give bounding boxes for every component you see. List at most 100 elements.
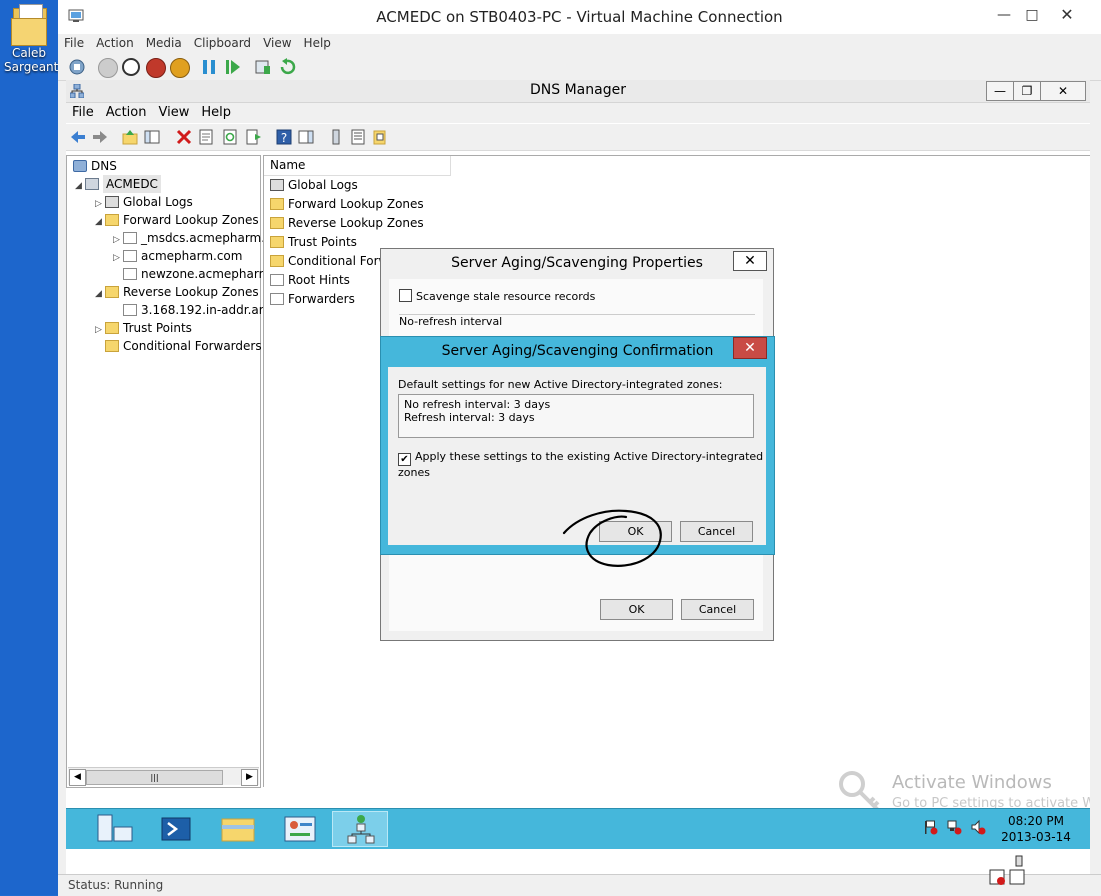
tree-node-global-logs[interactable]: ▷ Global Logs [95,193,193,211]
save-state-icon[interactable] [170,58,190,78]
menu-help[interactable]: Help [298,34,337,52]
menu-action[interactable]: Action [90,34,140,52]
properties-icon[interactable] [198,129,214,145]
minimize-button[interactable]: — [992,6,1016,24]
vm-status-text: Status: Running [68,878,164,892]
menu-file[interactable]: File [58,34,90,52]
maximize-button[interactable]: □ [1020,6,1044,24]
pause-icon[interactable] [200,58,218,76]
list-item[interactable]: Forward Lookup Zones [270,195,424,214]
tree-node-trust-points[interactable]: ▷ Trust Points [95,319,192,337]
expand-arrow-icon[interactable]: ▷ [113,249,123,267]
taskbar-server-manager[interactable] [86,811,142,847]
list-item[interactable]: Conditional Forw [270,252,388,271]
tree-node-reverse-zones[interactable]: ◢ Reverse Lookup Zones [95,283,259,301]
list-view-icon[interactable] [350,129,366,145]
help-icon[interactable]: ? [276,129,292,145]
close-button[interactable]: ✕ [1043,4,1091,26]
apply-checkbox[interactable]: ✔ [398,453,411,466]
taskbar-file-explorer[interactable] [210,811,266,847]
apply-checkbox-row[interactable]: ✔ Apply these settings to the existing Ac… [398,450,766,479]
refresh-icon[interactable] [222,129,238,145]
list-item[interactable]: Root Hints [270,271,350,290]
folder-icon [11,4,47,46]
collapse-arrow-icon[interactable]: ◢ [75,177,85,195]
menu-clipboard[interactable]: Clipboard [188,34,257,52]
speaker-icon[interactable] [970,819,986,835]
props-titlebar[interactable]: Server Aging/Scavenging Properties ✕ [381,249,773,279]
resume-icon[interactable] [224,58,242,76]
list-item[interactable]: Trust Points [270,233,357,252]
taskbar-clock[interactable]: 08:20 PM 2013-03-14 [996,813,1076,845]
taskbar-control-panel[interactable] [272,811,328,847]
hand-drawn-circle-annotation [562,509,662,567]
root-hints-icon [270,274,284,286]
taskbar-powershell[interactable] [148,811,204,847]
show-hide-tree-icon[interactable] [144,129,160,145]
forward-arrow-icon[interactable] [92,129,108,145]
confirm-titlebar[interactable]: Server Aging/Scavenging Confirmation ✕ [381,337,774,365]
tree-node-zone[interactable]: ▷ acmepharm.com [113,247,242,265]
list-item[interactable]: Global Logs [270,176,358,195]
props-close-button[interactable]: ✕ [733,251,767,271]
dns-menu-file[interactable]: File [66,103,100,123]
vm-titlebar[interactable]: ACMEDC on STB0403-PC - Virtual Machine C… [58,0,1101,34]
host-tray-icons[interactable] [988,852,1028,892]
delete-icon[interactable] [176,129,192,145]
export-list-icon[interactable] [246,129,262,145]
back-arrow-icon[interactable] [70,129,86,145]
zone-icon[interactable] [372,129,388,145]
turn-off-icon[interactable] [122,58,140,76]
expand-arrow-icon[interactable]: ▷ [95,321,105,339]
dns-menu-view[interactable]: View [152,103,195,123]
revert-icon[interactable] [278,58,296,76]
up-folder-icon[interactable] [122,129,138,145]
dns-minimize-button[interactable]: — [986,81,1014,101]
menu-view[interactable]: View [257,34,297,52]
shutdown-icon[interactable] [146,58,166,78]
dns-titlebar[interactable]: DNS Manager — ❐ ✕ [66,80,1090,103]
tree-node-forward-zones[interactable]: ◢ Forward Lookup Zones [95,211,259,229]
desktop-icon-label: Caleb Sargeant [4,46,59,74]
tree-node-conditional-forwarders[interactable]: Conditional Forwarders [105,337,262,355]
confirm-close-button[interactable]: ✕ [733,337,767,359]
column-header-name[interactable]: Name [264,156,451,176]
ctrl-alt-del-icon[interactable] [68,58,86,76]
dns-close-button[interactable]: ✕ [1040,81,1086,101]
tree-horizontal-scrollbar[interactable]: ◀ ||| ▶ [68,767,259,786]
menu-media[interactable]: Media [140,34,188,52]
scroll-right-icon[interactable]: ▶ [241,769,258,786]
flag-icon[interactable] [922,819,938,835]
props-ok-button[interactable]: OK [600,599,673,620]
confirm-cancel-button[interactable]: Cancel [680,521,753,542]
scroll-thumb[interactable]: ||| [86,770,223,785]
scroll-left-icon[interactable]: ◀ [69,769,86,786]
scavenge-checkbox-row[interactable]: Scavenge stale resource records [399,289,595,303]
dns-restore-button[interactable]: ❐ [1013,81,1041,101]
start-icon[interactable] [98,58,118,78]
dns-menu-help[interactable]: Help [195,103,237,123]
tree-node-zone[interactable]: newzone.acmepharm [123,265,270,283]
collapse-arrow-icon[interactable]: ◢ [95,285,105,303]
dns-menu-action[interactable]: Action [100,103,153,123]
tree-node-dns[interactable]: DNS [73,157,117,175]
list-item[interactable]: Forwarders [270,290,355,309]
tree-node-zone[interactable]: 3.168.192.in-addr.arp [123,301,271,319]
desktop-folder-shortcut[interactable]: Caleb Sargeant [4,4,59,74]
tree-pane: DNS ◢ ACMEDC ▷ Global Logs ◢ Forward Lookup… [66,155,272,788]
list-item[interactable]: Reverse Lookup Zones [270,214,424,233]
scavenge-checkbox[interactable] [399,289,412,302]
tree-node-zone[interactable]: ▷ _msdcs.acmepharm.c [113,229,272,247]
settings-summary-box: No refresh interval: 3 days Refresh inte… [398,394,754,438]
collapse-arrow-icon[interactable]: ◢ [95,213,105,231]
server-icon[interactable] [328,129,344,145]
checkpoint-icon[interactable] [254,58,272,76]
forwarders-icon [270,293,284,305]
taskbar-dns-manager[interactable] [332,811,388,847]
tree-node-acmedc[interactable]: ◢ ACMEDC [75,175,161,193]
network-icon[interactable] [946,819,962,835]
folder-icon [270,236,284,248]
action-pane-icon[interactable] [298,129,314,145]
props-cancel-button[interactable]: Cancel [681,599,754,620]
dns-manager-icon [347,815,375,844]
